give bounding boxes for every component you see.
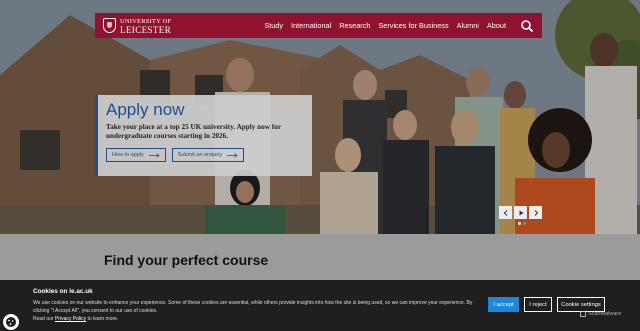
cookie-settings-button[interactable]: Cookie settings: [557, 297, 605, 312]
reject-cookies-button[interactable]: I reject: [524, 297, 552, 312]
carousel-controls: [499, 206, 542, 219]
arrow-right-icon: [148, 152, 160, 158]
watermark-text: ScanMalware: [588, 311, 622, 317]
cookie-banner: Cookies on le.ac.uk We use cookies on ou…: [0, 280, 640, 331]
apply-card: Apply now Take your place at a top 25 UK…: [95, 95, 312, 176]
carousel-prev-button[interactable]: [499, 206, 512, 219]
how-to-apply-label: How to apply: [112, 152, 144, 158]
watermark: ScanMalware: [580, 311, 621, 317]
cookie-text: We use cookies on our website to enhance…: [33, 299, 483, 323]
accept-cookies-button[interactable]: I accept: [488, 297, 519, 312]
cookie-glyph-icon: [6, 317, 16, 327]
carousel-dot-active[interactable]: [518, 222, 521, 225]
carousel-next-button[interactable]: [529, 206, 542, 219]
cookie-description: We use cookies on our website to enhance…: [33, 300, 473, 314]
how-to-apply-button[interactable]: How to apply: [106, 148, 166, 162]
crest-icon: [103, 18, 116, 33]
cookie-title: Cookies on le.ac.uk: [33, 288, 93, 295]
cookie-buttons: I accept I reject Cookie settings: [488, 297, 605, 312]
submit-enquiry-label: Submit an enquiry: [177, 152, 223, 158]
find-course-section: Find your perfect course: [0, 234, 640, 280]
carousel-dot[interactable]: [523, 222, 526, 225]
apply-buttons: How to apply Submit an enquiry: [106, 148, 304, 162]
logo-line2: LEICESTER: [120, 24, 172, 35]
site-header: UNIVERSITY OF LEICESTER Study Internatio…: [95, 13, 542, 38]
nav-services-for-business[interactable]: Services for Business: [378, 21, 448, 30]
arrow-right-icon: [227, 152, 238, 158]
play-icon: [519, 210, 523, 215]
apply-text: Take your place at a top 25 UK universit…: [106, 123, 281, 140]
logo-text: UNIVERSITY OF LEICESTER: [120, 18, 172, 35]
watermark-icon: [580, 311, 586, 317]
cookie-read-suffix: to learn more.: [87, 316, 119, 322]
apply-title: Apply now: [106, 100, 185, 119]
cookie-icon[interactable]: [3, 314, 19, 330]
nav-international[interactable]: International: [291, 21, 331, 30]
nav-alumni[interactable]: Alumni: [457, 21, 479, 30]
cookie-read-prefix: Read our: [33, 316, 54, 322]
carousel-dots: [518, 222, 526, 225]
university-logo[interactable]: UNIVERSITY OF LEICESTER: [103, 18, 171, 34]
chevron-left-icon: [503, 209, 507, 216]
submit-enquiry-button[interactable]: Submit an enquiry: [171, 148, 245, 162]
find-course-title: Find your perfect course: [104, 252, 269, 268]
search-icon[interactable]: [520, 19, 534, 33]
privacy-policy-link[interactable]: Privacy Policy: [55, 316, 86, 322]
carousel-play-button[interactable]: [514, 206, 527, 219]
nav-about[interactable]: About: [487, 21, 506, 30]
main-nav: Study International Research Services fo…: [264, 19, 534, 33]
nav-study[interactable]: Study: [264, 21, 283, 30]
nav-research[interactable]: Research: [339, 21, 370, 30]
chevron-right-icon: [534, 209, 538, 216]
